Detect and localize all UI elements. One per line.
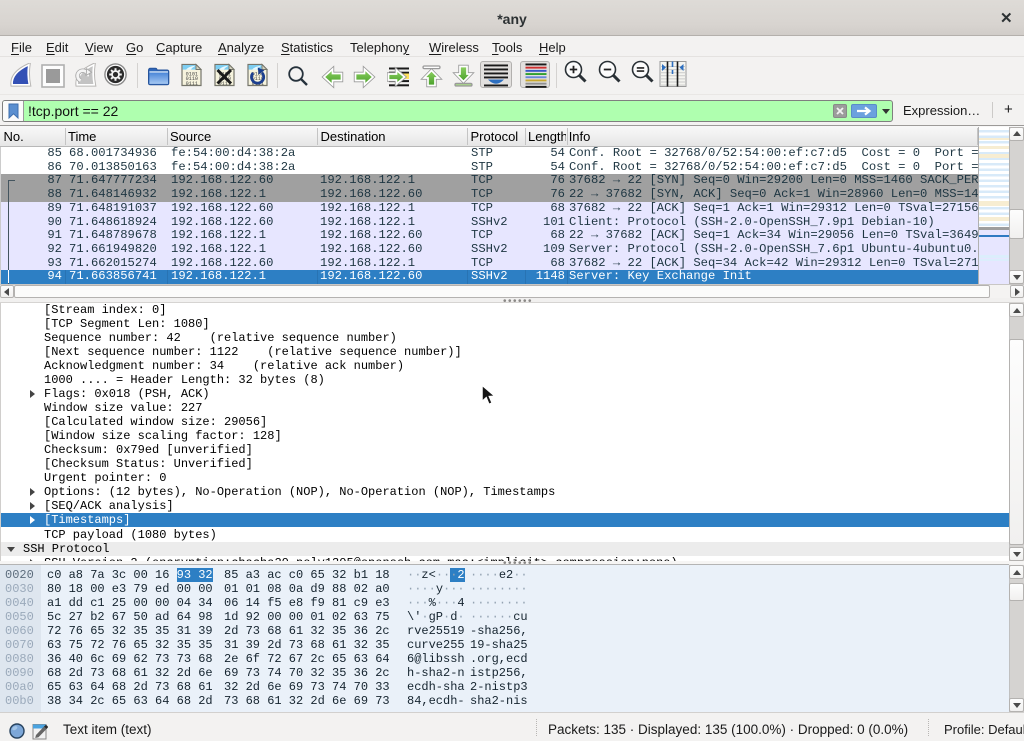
svg-text:0111: 0111 — [186, 81, 198, 87]
